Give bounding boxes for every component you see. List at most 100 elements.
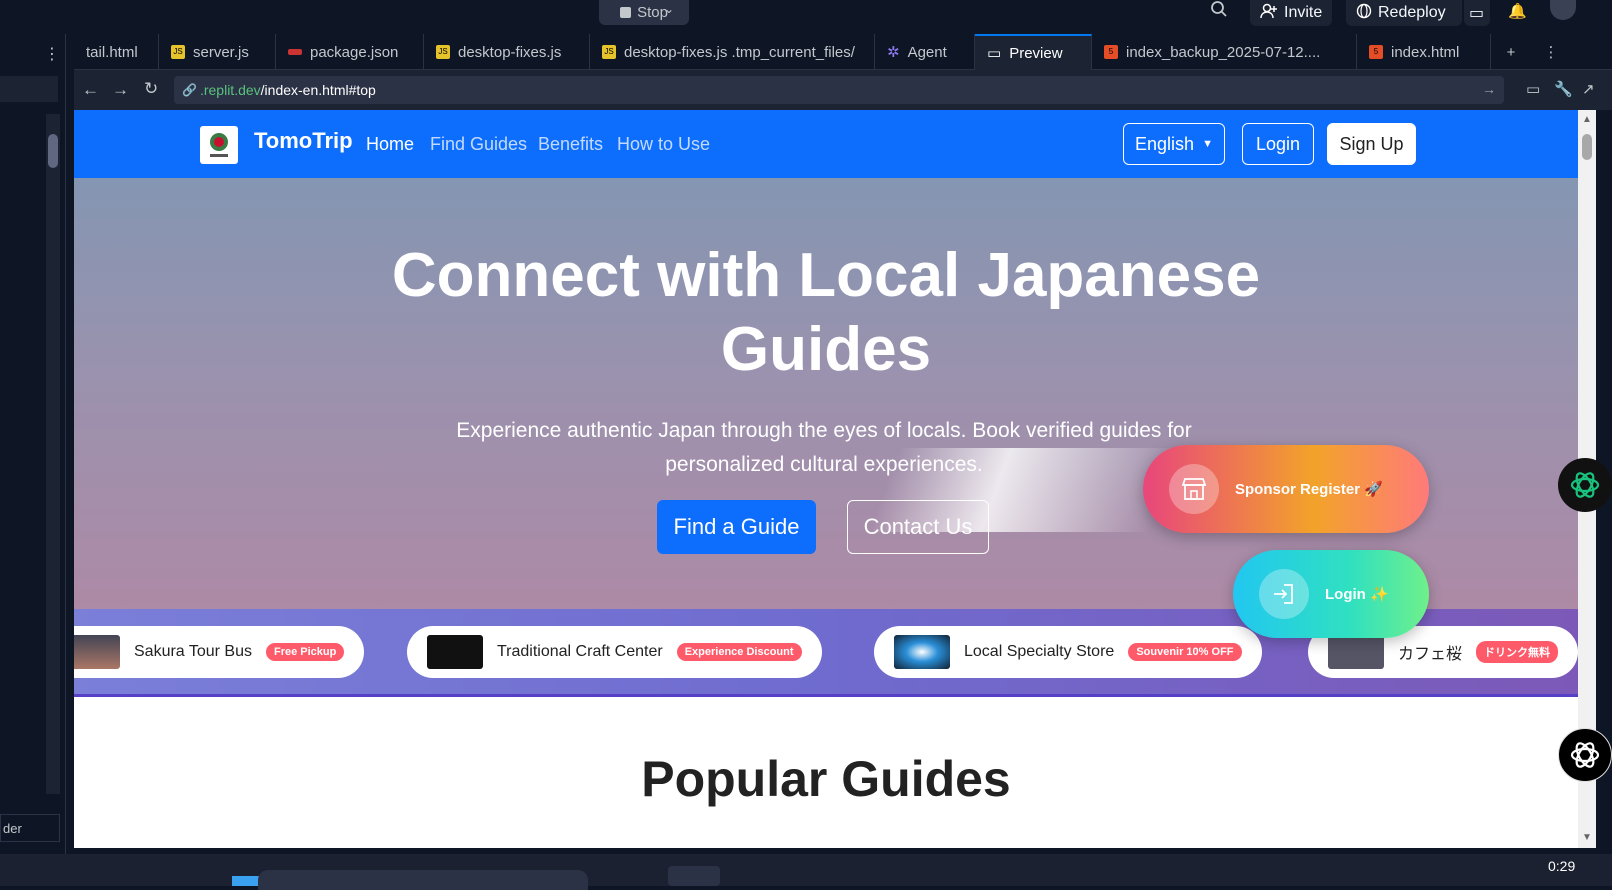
tab-label: server.js [193,43,249,61]
tab-label: index.html [1391,43,1460,61]
brand-name[interactable]: TomoTrip [254,128,353,154]
forward-arrow-icon[interactable]: → [112,80,129,100]
html-file-icon: 5 [1369,45,1383,59]
sponsor-badge: Souvenir 10% OFF [1128,643,1242,661]
back-arrow-icon[interactable]: ← [82,80,99,100]
tab-index-backup[interactable]: 5 index_backup_2025-07-12.... [1092,34,1357,70]
monitor-icon: ▭ [987,45,1002,62]
tab-server-js[interactable]: JS server.js [159,34,276,70]
panel-scrollbar[interactable] [46,114,60,794]
assistant-icon-alt[interactable] [1558,728,1612,782]
nav-how-to-use[interactable]: How to Use [617,134,710,155]
language-dropdown[interactable]: English ▼ [1123,123,1225,165]
floating-login-button[interactable]: Login ✨ [1233,550,1429,638]
tab-desktop-fixes[interactable]: JS desktop-fixes.js [424,34,590,70]
login-icon [1259,569,1309,619]
sponsor-name: Local Specialty Store [964,643,1115,660]
scroll-thumb[interactable] [1582,134,1592,160]
npm-file-icon [288,49,302,55]
sponsor-name: カフェ桜 [1398,646,1463,663]
bell-icon[interactable]: 🔔 [1508,2,1527,20]
plus-icon: + [1506,43,1516,61]
login-button[interactable]: Login [1242,123,1314,165]
sponsor-thumbnail [1328,635,1384,669]
nav-find-guides[interactable]: Find Guides [430,134,527,155]
hero-title-line2: Guides [720,315,932,384]
external-link-icon[interactable]: ↗ [1582,80,1595,98]
avatar[interactable] [1550,0,1576,20]
sponsor-badge: Experience Discount [676,643,802,661]
sponsor-badge: Free Pickup [266,643,345,661]
sponsor-register-label: Sponsor Register 🚀 [1235,481,1383,498]
reload-icon[interactable]: ↻ [144,79,158,99]
sponsor-name: Sakura Tour Bus [134,643,252,660]
taskbar-search[interactable] [258,870,588,890]
tab-index-html[interactable]: 5 index.html [1357,34,1491,70]
url-path: /index-en.html#top [260,82,376,98]
html-file-icon: 5 [1104,45,1118,59]
taskbar-active-app[interactable] [668,866,720,886]
devices-icon[interactable]: ▭ [1526,80,1540,98]
tomotrip-logo[interactable] [200,126,238,164]
stop-icon [620,7,632,18]
site-preview: TomoTrip Home Find Guides Benefits How t… [74,110,1578,848]
workspace-topbar: Stop ⌄ Invite Redeploy ▭ 🔔 [0,0,1612,34]
tabs-menu-icon[interactable]: ⋮ [1531,34,1571,70]
sponsor-register-button[interactable]: Sponsor Register 🚀 [1143,445,1429,533]
editor-tabs: tail.html JS server.js package.json JS des… [74,34,1612,70]
scroll-up-icon[interactable]: ▲ [1582,114,1592,125]
store-icon [1169,464,1219,514]
tab-label: Preview [1009,44,1063,62]
file-panel: ⋮ der [0,34,66,854]
link-icon: 🔗 [182,83,197,97]
tab-preview[interactable]: ▭ Preview [975,34,1092,70]
deploy-menu-icon[interactable]: ▭ [1464,0,1490,26]
js-file-icon: JS [436,45,450,59]
new-tab-button[interactable]: + [1491,34,1531,70]
agent-icon: ✲ [887,44,900,61]
invite-button[interactable]: Invite [1250,0,1333,26]
chevron-down-icon[interactable]: ⌄ [664,2,680,18]
tab-label: Agent [907,43,947,61]
search-icon[interactable] [1210,0,1230,20]
clock-time: 0:29 [1548,858,1576,874]
panel-input[interactable]: der [0,814,60,842]
invite-label: Invite [1284,4,1323,21]
hero-title-line1: Connect with Local Japanese [391,241,1261,310]
url-host: .replit.dev [199,82,261,98]
find-guide-button[interactable]: Find a Guide [657,500,816,554]
site-navbar: TomoTrip Home Find Guides Benefits How t… [74,110,1578,178]
sponsor-thumbnail [894,635,950,669]
js-file-icon: JS [171,45,185,59]
go-arrow-icon[interactable]: → [1482,81,1496,97]
sponsor-chip[interactable]: Traditional Craft Center Experience Disc… [407,626,822,678]
globe-icon [1356,3,1372,24]
floating-login-label: Login ✨ [1325,586,1389,603]
nav-benefits[interactable]: Benefits [538,134,603,155]
tab-tail-html[interactable]: tail.html [74,34,159,70]
tab-agent[interactable]: ✲ Agent [875,34,975,70]
url-field[interactable]: 🔗 .replit.dev/index-en.html#top → [174,76,1504,104]
signup-button[interactable]: Sign Up [1327,123,1416,165]
light-streak [868,448,1180,532]
tab-package-json[interactable]: package.json [276,34,424,70]
js-file-icon: JS [602,45,616,59]
language-label: English [1135,133,1195,154]
caret-down-icon: ▼ [1202,138,1213,150]
sponsor-chip[interactable]: Local Specialty Store Souvenir 10% OFF [874,626,1262,678]
sponsor-chip[interactable]: Sakura Tour Bus Free Pickup [74,626,365,678]
scroll-down-icon[interactable]: ▼ [1582,832,1592,843]
tab-label: tail.html [86,43,138,61]
tab-label: desktop-fixes.js [458,43,562,61]
popular-guides-heading: Popular Guides [641,751,1011,807]
tab-desktop-fixes-tmp[interactable]: JS desktop-fixes.js .tmp_current_files/ [590,34,875,70]
assistant-icon[interactable] [1558,458,1612,512]
sponsor-thumbnail [427,635,483,669]
panel-row[interactable] [0,76,58,102]
tab-label: package.json [310,43,399,61]
nav-home[interactable]: Home [366,134,414,155]
scroll-thumb[interactable] [48,134,58,168]
more-icon[interactable]: ⋮ [44,44,60,64]
wrench-icon[interactable]: 🔧 [1554,80,1573,98]
redeploy-button[interactable]: Redeploy [1346,0,1462,26]
